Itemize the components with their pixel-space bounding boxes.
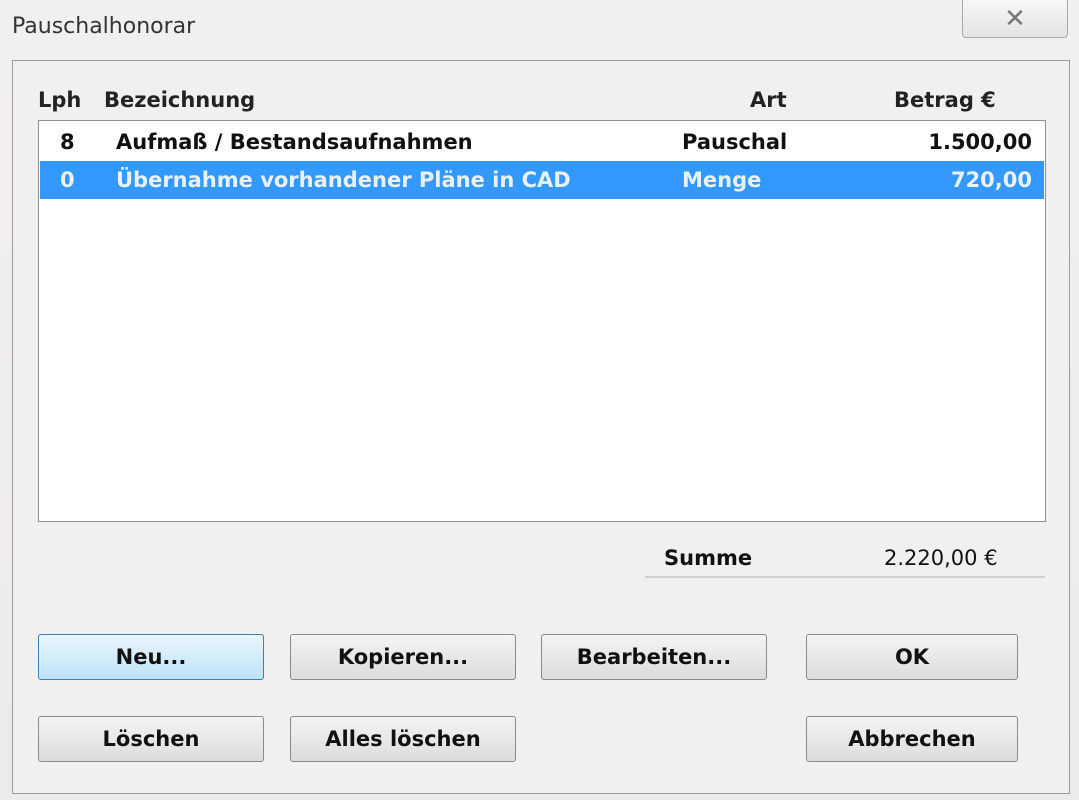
delete-all-button[interactable]: Alles löschen [290,716,516,762]
copy-button[interactable]: Kopieren... [290,634,516,680]
close-button[interactable]: ✕ [962,0,1068,38]
row-bezeichnung: Aufmaß / Bestandsaufnahmen [116,130,473,154]
row-betrag: 1.500,00 [928,130,1032,154]
sum-underline [645,576,1045,578]
column-header-betrag[interactable]: Betrag € [894,88,996,112]
row-lph: 0 [60,168,75,192]
row-betrag: 720,00 [950,168,1032,192]
delete-button[interactable]: Löschen [38,716,264,762]
window-title: Pauschalhonorar [12,14,196,39]
row-art: Menge [682,168,762,192]
column-header-art[interactable]: Art [750,88,787,112]
column-header-bezeichnung[interactable]: Bezeichnung [104,88,255,112]
table-row-selected[interactable]: 0 Übernahme vorhandener Pläne in CAD Men… [40,161,1044,199]
close-icon: ✕ [1004,3,1026,34]
edit-button[interactable]: Bearbeiten... [541,634,767,680]
sum-value: 2.220,00 € [884,546,998,570]
sum-label: Summe [664,546,753,570]
table-row[interactable]: 8 Aufmaß / Bestandsaufnahmen Pauschal 1.… [40,123,1044,161]
row-bezeichnung: Übernahme vorhandener Pläne in CAD [116,168,571,192]
ok-button[interactable]: OK [806,634,1018,680]
row-art: Pauschal [682,130,788,154]
new-button[interactable]: Neu... [38,634,264,680]
dialog-window: Pauschalhonorar ✕ Lph Bezeichnung Art Be… [0,0,1079,800]
fee-list[interactable]: 8 Aufmaß / Bestandsaufnahmen Pauschal 1.… [38,120,1046,522]
row-lph: 8 [60,130,75,154]
column-header-lph[interactable]: Lph [38,88,81,112]
cancel-button[interactable]: Abbrechen [806,716,1018,762]
